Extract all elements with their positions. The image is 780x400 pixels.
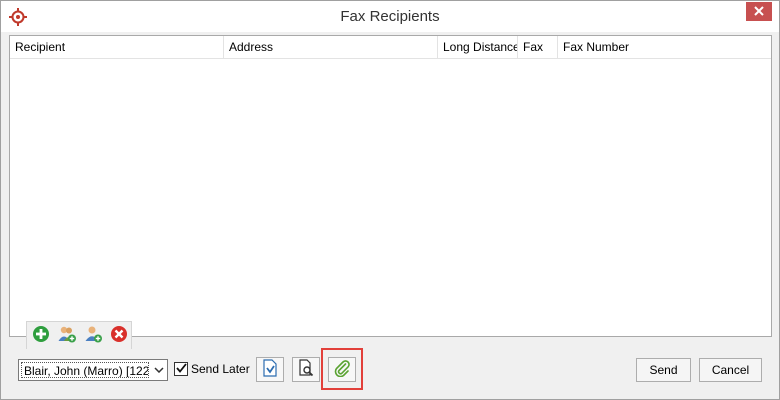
cancel-button[interactable]: Cancel <box>699 358 762 382</box>
chevron-down-icon[interactable] <box>151 360 167 380</box>
close-button[interactable] <box>746 2 772 21</box>
add-icon <box>32 325 50 346</box>
send-button[interactable]: Send <box>636 358 691 382</box>
checkmark-icon <box>175 362 187 376</box>
remove-recipient-button[interactable] <box>108 325 130 347</box>
window-title: Fax Recipients <box>340 8 440 25</box>
document-export-icon <box>261 359 279 380</box>
column-header-fax-number[interactable]: Fax Number <box>558 36 771 58</box>
grid-header: Recipient Address Long Distance Fax Fax … <box>10 36 771 59</box>
column-header-long-distance[interactable]: Long Distance <box>438 36 518 58</box>
attach-button-highlight <box>321 348 363 390</box>
preview-document-button[interactable] <box>292 357 320 382</box>
column-header-address[interactable]: Address <box>224 36 438 58</box>
sender-select-value: Blair, John (Marro) [1222] <box>21 362 149 378</box>
column-header-fax[interactable]: Fax <box>518 36 558 58</box>
sender-select[interactable]: Blair, John (Marro) [1222] <box>18 359 168 381</box>
send-later-checkbox[interactable] <box>174 362 188 376</box>
title-bar: Fax Recipients <box>1 1 779 32</box>
recipients-grid[interactable]: Recipient Address Long Distance Fax Fax … <box>9 35 772 337</box>
add-contact-button[interactable] <box>56 325 78 347</box>
close-icon <box>754 5 764 19</box>
column-header-recipient[interactable]: Recipient <box>10 36 224 58</box>
add-user-button[interactable] <box>82 325 104 347</box>
send-later-label[interactable]: Send Later <box>191 362 250 376</box>
add-contact-icon <box>57 324 77 347</box>
add-user-icon <box>83 324 103 347</box>
remove-icon <box>110 325 128 346</box>
add-recipient-button[interactable] <box>30 325 52 347</box>
recipient-toolbar <box>26 321 132 349</box>
fax-recipients-window: Fax Recipients Recipient Address Long Di… <box>0 0 780 400</box>
export-document-button[interactable] <box>256 357 284 382</box>
document-preview-icon <box>297 359 315 380</box>
